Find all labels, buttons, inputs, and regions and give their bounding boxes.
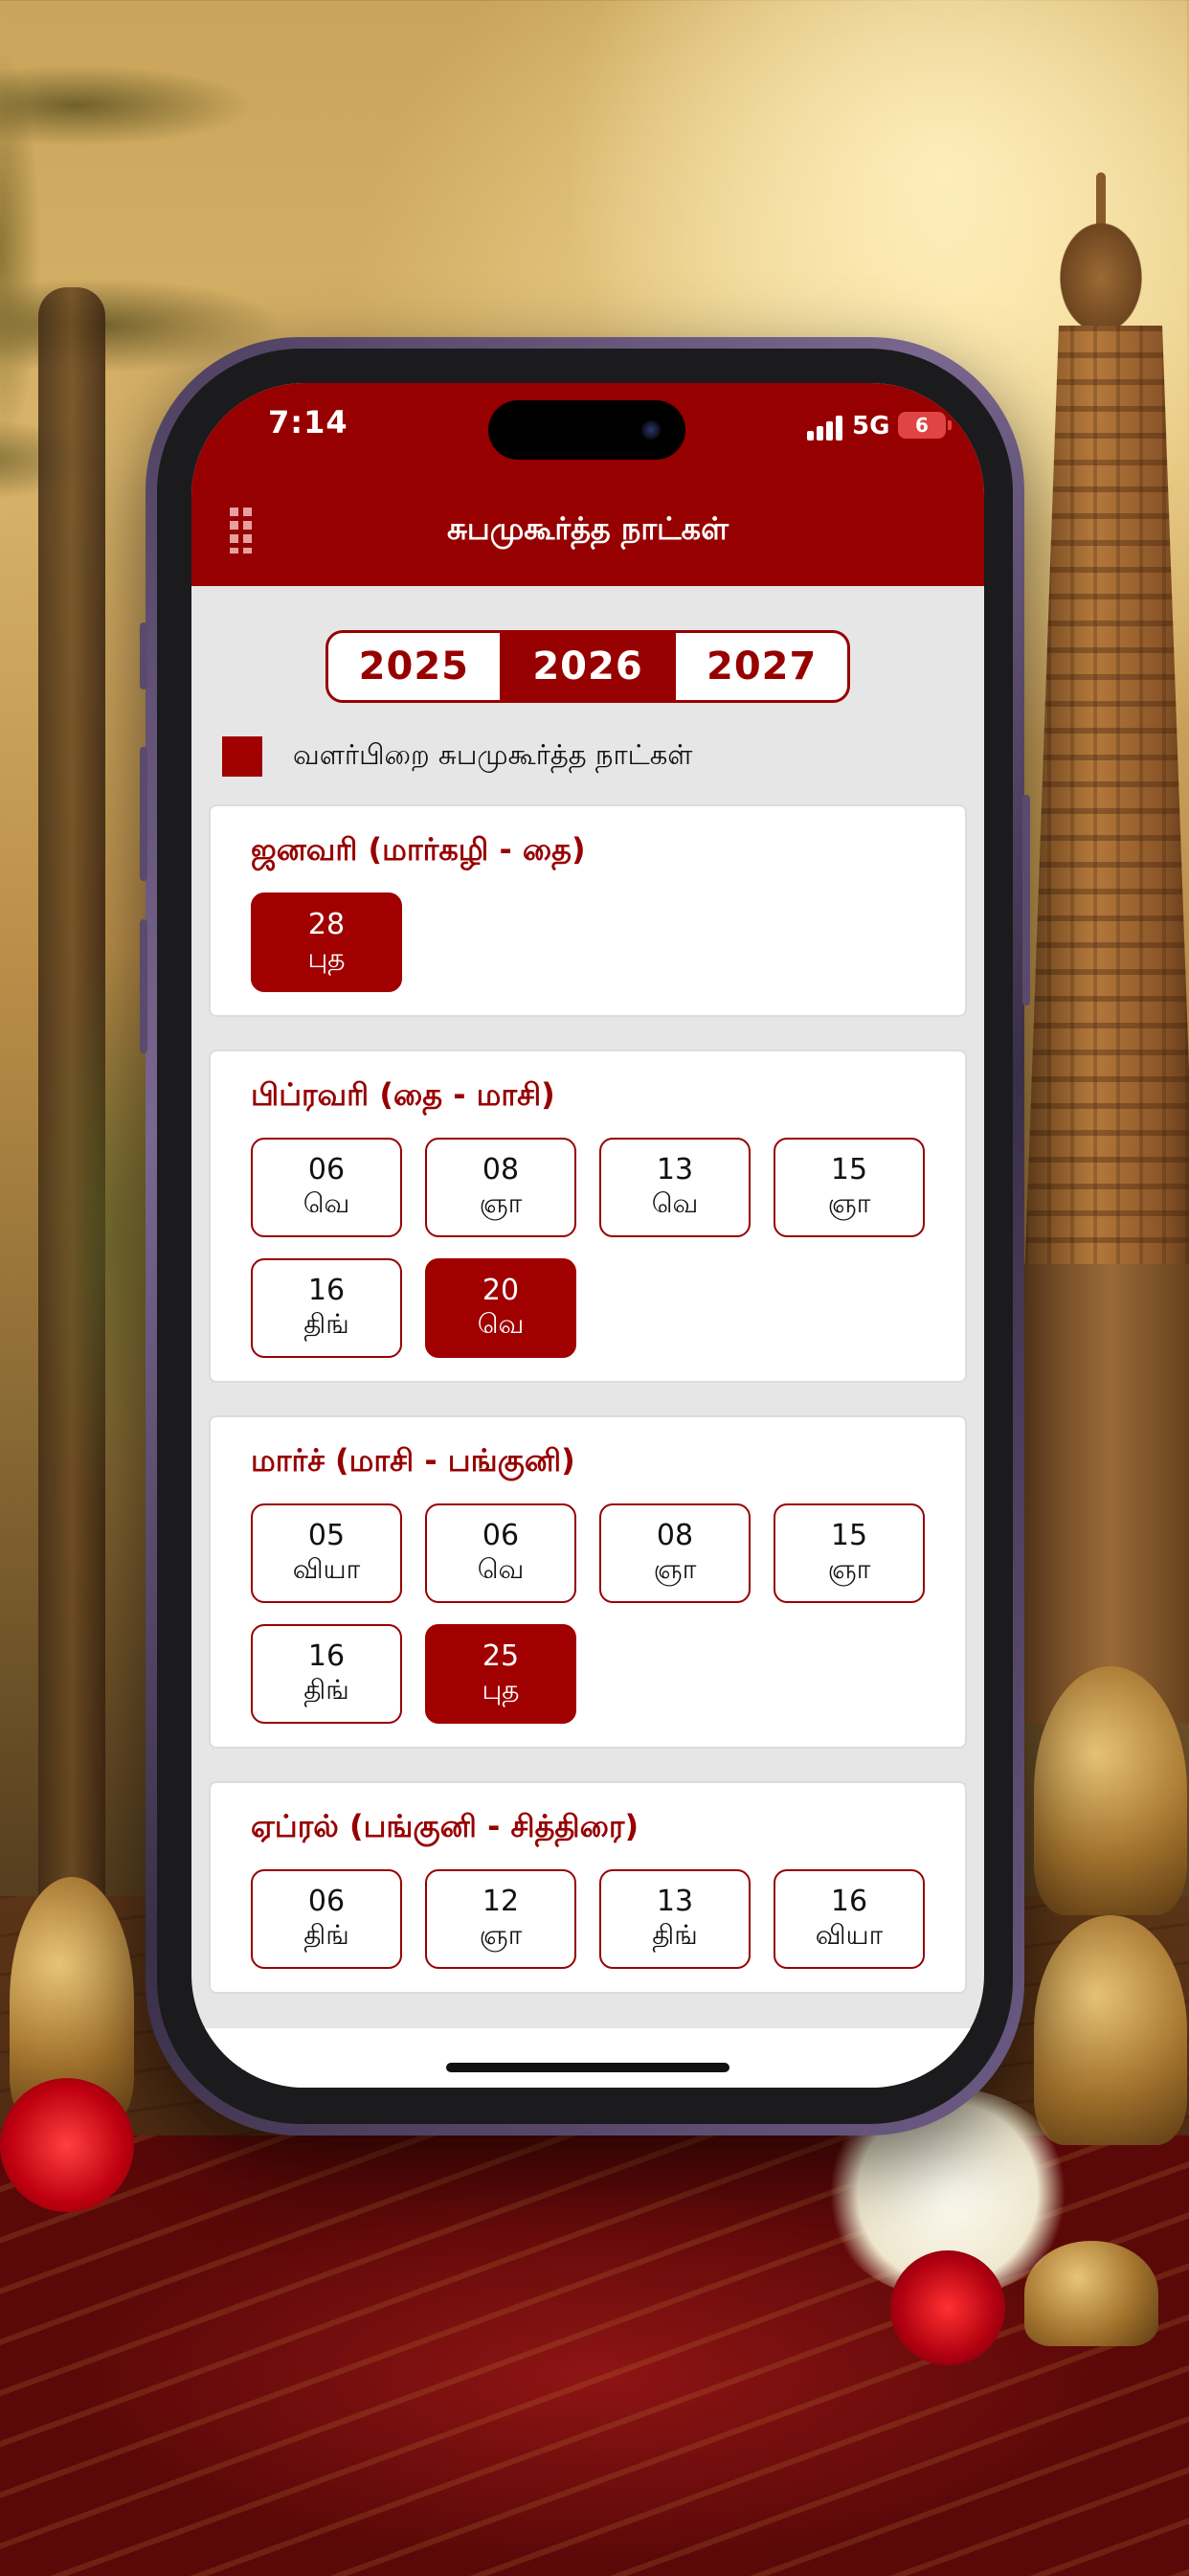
month-title: ஜனவரி (மார்கழி - தை) <box>251 831 586 868</box>
home-indicator[interactable] <box>446 2063 729 2072</box>
date-weekday: ஞா <box>479 1187 523 1219</box>
date-chip[interactable]: 13 திங் <box>599 1869 751 1969</box>
status-bar: 7:14 5G 6 <box>191 383 984 471</box>
red-flower-left <box>0 2078 134 2212</box>
red-flower-right <box>890 2250 1005 2365</box>
legend-label: வளர்பிறை சுபமுகூர்த்த நாட்கள் <box>293 738 693 771</box>
date-number: 16 <box>307 1274 346 1307</box>
date-weekday: வியா <box>292 1553 361 1585</box>
date-chip[interactable]: 15 ஞா <box>774 1503 925 1603</box>
month-list: ஜனவரி (மார்கழி - தை) 28 புத பிப்ரவரி (தை - … <box>209 804 967 2026</box>
date-chip[interactable]: 06 வெ <box>251 1138 402 1237</box>
date-chip[interactable]: 06 திங் <box>251 1869 402 1969</box>
date-weekday: புத <box>482 1674 520 1706</box>
date-number: 06 <box>307 1885 346 1918</box>
date-chip[interactable]: 16 திங் <box>251 1258 402 1358</box>
date-chip-waxing[interactable]: 20 வெ <box>425 1258 576 1358</box>
date-number: 16 <box>830 1885 868 1918</box>
brass-lamp-right <box>1034 1666 1187 1915</box>
dynamic-island <box>488 400 685 460</box>
year-button-2027[interactable]: 2027 <box>676 633 847 700</box>
date-number: 15 <box>830 1519 868 1552</box>
date-weekday: ஞா <box>827 1553 871 1585</box>
date-weekday: ஞா <box>827 1187 871 1219</box>
date-weekday: வெ <box>651 1187 699 1219</box>
date-weekday: திங் <box>652 1919 698 1951</box>
brass-pot-right <box>1034 1915 1187 2145</box>
month-card: ஜனவரி (மார்கழி - தை) 28 புத <box>209 804 967 1017</box>
signal-icon <box>807 416 845 441</box>
date-weekday: ஞா <box>479 1919 523 1951</box>
date-weekday: வியா <box>815 1919 884 1951</box>
date-number: 08 <box>482 1153 520 1186</box>
date-number: 25 <box>482 1639 520 1673</box>
date-chip[interactable]: 05 வியா <box>251 1503 402 1603</box>
phone-side-button <box>140 622 147 689</box>
date-grid: 05 வியா 06 வெ 08 ஞா 15 ஞா 16 திங் 25 புத <box>251 1503 927 1724</box>
date-number: 13 <box>656 1885 694 1918</box>
date-grid: 06 திங் 12 ஞா 13 திங் 16 வியா <box>251 1869 927 1969</box>
app-header: சுபமுகூர்த்த நாட்கள் <box>191 471 984 586</box>
date-number: 06 <box>307 1153 346 1186</box>
network-type: 5G <box>852 412 890 441</box>
phone-volume-up <box>140 747 147 881</box>
phone-power-button <box>1022 795 1030 1006</box>
date-number: 05 <box>307 1519 346 1552</box>
date-chip-waxing[interactable]: 28 புத <box>251 893 402 992</box>
date-grid: 06 வெ 08 ஞா 13 வெ 15 ஞா 16 திங் 20 வெ <box>251 1138 927 1358</box>
legend: வளர்பிறை சுபமுகூர்த்த நாட்கள் <box>222 735 692 778</box>
battery-tip <box>948 420 952 430</box>
date-weekday: வெ <box>477 1308 525 1340</box>
legend-swatch <box>222 736 262 777</box>
date-chip[interactable]: 12 ஞா <box>425 1869 576 1969</box>
date-number: 20 <box>482 1274 520 1307</box>
date-weekday: வெ <box>477 1553 525 1585</box>
date-weekday: ஞா <box>653 1553 697 1585</box>
date-weekday: திங் <box>303 1674 349 1706</box>
date-number: 06 <box>482 1519 520 1552</box>
date-weekday: திங் <box>303 1919 349 1951</box>
year-selector: 2025 2026 2027 <box>325 630 850 703</box>
month-card: பிப்ரவரி (தை - மாசி) 06 வெ 08 ஞா 13 வெ 15 ஞா 16 தி… <box>209 1050 967 1383</box>
date-number: 28 <box>307 908 346 941</box>
phone-volume-down <box>140 919 147 1053</box>
date-chip[interactable]: 06 வெ <box>425 1503 576 1603</box>
year-button-2026[interactable]: 2026 <box>502 633 677 700</box>
date-number: 12 <box>482 1885 520 1918</box>
date-chip[interactable]: 15 ஞா <box>774 1138 925 1237</box>
temple-tower-decoration <box>1015 172 1189 1724</box>
date-chip[interactable]: 16 திங் <box>251 1624 402 1724</box>
status-time: 7:14 <box>268 404 348 441</box>
date-weekday: புத <box>307 942 346 974</box>
month-title: ஏப்ரல் (பங்குனி - சித்திரை) <box>251 1808 639 1844</box>
date-chip-waxing[interactable]: 25 புத <box>425 1624 576 1724</box>
date-number: 08 <box>656 1519 694 1552</box>
year-button-2025[interactable]: 2025 <box>328 633 503 700</box>
month-title: மார்ச் (மாசி - பங்குனி) <box>251 1442 575 1479</box>
bottom-area <box>191 2028 984 2088</box>
month-card: ஏப்ரல் (பங்குனி - சித்திரை) 06 திங் 12 ஞா 13 த… <box>209 1781 967 1994</box>
app-screen: 7:14 5G 6 சுபமுகூர்த்த நாட்கள் 2025 2026… <box>191 383 984 2088</box>
date-grid: 28 புத <box>251 893 927 992</box>
date-weekday: திங் <box>303 1308 349 1340</box>
date-chip[interactable]: 08 ஞா <box>599 1503 751 1603</box>
date-chip[interactable]: 08 ஞா <box>425 1138 576 1237</box>
page-title: சுபமுகூர்த்த நாட்கள் <box>447 510 729 547</box>
date-chip[interactable]: 13 வெ <box>599 1138 751 1237</box>
date-number: 13 <box>656 1153 694 1186</box>
date-number: 15 <box>830 1153 868 1186</box>
date-chip[interactable]: 16 வியா <box>774 1869 925 1969</box>
date-number: 16 <box>307 1639 346 1673</box>
camera-icon <box>641 420 661 440</box>
date-weekday: வெ <box>303 1187 350 1219</box>
battery-icon: 6 <box>898 412 946 439</box>
month-title: பிப்ரவரி (தை - மாசி) <box>251 1076 555 1113</box>
month-card: மார்ச் (மாசி - பங்குனி) 05 வியா 06 வெ 08 ஞா 15 ஞ… <box>209 1415 967 1749</box>
